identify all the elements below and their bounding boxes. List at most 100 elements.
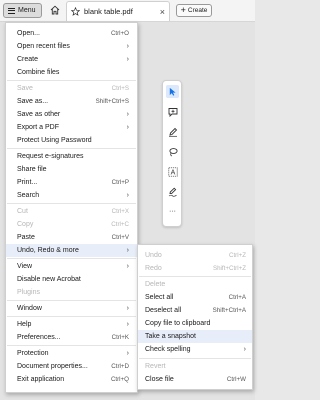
menu-divider [7,258,136,259]
submenu-item-shortcut: Shift+Ctrl+A [212,307,246,314]
close-tab-icon[interactable]: × [160,7,165,17]
menu-item-shortcut: Ctrl+D [111,363,129,370]
menu-divider [139,358,251,359]
menu-item-label: Save as other [17,111,61,118]
menu-item-help[interactable]: Help › [6,318,137,331]
menu-item-shortcut: Ctrl+S [111,85,129,92]
menu-item-shortcut: Ctrl+Q [110,376,129,383]
submenu-item-take-a-snapshot[interactable]: Take a snapshot [138,330,252,343]
menu-item-label: Help [17,321,32,328]
menu-item-search[interactable]: Search › [6,189,137,202]
chevron-right-icon: › [126,263,129,270]
chevron-right-icon: › [126,350,129,357]
submenu-item-select-all[interactable]: Select all Ctrl+A [138,291,252,304]
menu-item-label: Exit application [17,376,65,383]
plus-icon: + [180,5,186,15]
menu-item-label: Save [17,85,33,92]
menu-item-paste[interactable]: Paste Ctrl+V [6,231,137,244]
menu-divider [7,80,136,81]
submenu-item-label: Copy file to clipboard [145,320,211,327]
menu-item-create[interactable]: Create › [6,53,137,66]
submenu-item-label: Select all [145,294,174,301]
menu-item-document-properties[interactable]: Document properties... Ctrl+D [6,360,137,373]
menu-item-protect-using-password[interactable]: Protect Using Password [6,134,137,147]
menu-item-label: Copy [17,221,34,228]
menu-item-combine-files[interactable]: Combine files [6,66,137,79]
menu-divider [7,300,136,301]
submenu-item-label: Close file [145,376,174,383]
submenu-item-shortcut: Ctrl+W [226,376,246,383]
menu-item-label: Search [17,192,40,199]
menu-divider [7,316,136,317]
chevron-right-icon: › [126,247,129,254]
quick-tools-strip: A ··· [162,80,182,227]
more-tools-icon[interactable]: ··· [166,205,179,218]
menu-item-preferences[interactable]: Preferences... Ctrl+K [6,331,137,344]
menu-item-label: Create [17,56,39,63]
fill-sign-icon[interactable] [166,185,179,198]
hamburger-icon [8,7,15,14]
draw-pen-icon[interactable] [166,125,179,138]
lasso-icon[interactable] [166,145,179,158]
submenu-item-label: Check spelling [145,346,191,353]
submenu-item-shortcut: Ctrl+A [228,294,246,301]
menu-item-copy: Copy Ctrl+C [6,218,137,231]
menu-item-export-a-pdf[interactable]: Export a PDF › [6,121,137,134]
menu-divider [7,345,136,346]
chevron-right-icon: › [126,124,129,131]
submenu-item-check-spelling[interactable]: Check spelling › [138,343,252,356]
submenu-item-label: Redo [145,265,162,272]
menu-item-save-as[interactable]: Save as... Shift+Ctrl+S [6,95,137,108]
menu-item-label: Cut [17,208,28,215]
menu-button-label: Menu [18,7,36,14]
menu-item-print[interactable]: Print... Ctrl+P [6,176,137,189]
add-text-icon[interactable]: A [166,165,179,178]
submenu-item-label: Take a snapshot [145,333,196,340]
menu-divider [139,276,251,277]
menu-button[interactable]: Menu [3,3,42,18]
chevron-right-icon: › [126,321,129,328]
menu-item-protection[interactable]: Protection › [6,347,137,360]
submenu-item-revert: Revert [138,360,252,373]
submenu-item-deselect-all[interactable]: Deselect all Shift+Ctrl+A [138,304,252,317]
create-button[interactable]: + Create [176,4,212,17]
menu-item-share-file[interactable]: Share file [6,163,137,176]
submenu-item-copy-file-to-clipboard[interactable]: Copy file to clipboard [138,317,252,330]
menu-item-label: Plugins [17,289,40,296]
menu-item-undo-redo-more[interactable]: Undo, Redo & more › [6,244,137,257]
menu-item-open-recent-files[interactable]: Open recent files › [6,40,137,53]
select-cursor-icon[interactable] [166,85,179,98]
submenu-item-close-file[interactable]: Close file Ctrl+W [138,373,252,386]
document-tab[interactable]: blank table.pdf × [66,1,170,21]
menu-item-request-e-signatures[interactable]: Request e-signatures [6,150,137,163]
menu-item-save: Save Ctrl+S [6,82,137,95]
menu-item-label: Combine files [17,69,60,76]
submenu-item-label: Revert [145,363,166,370]
menu-item-shortcut: Ctrl+P [111,179,129,186]
menu-item-window[interactable]: Window › [6,302,137,315]
menu-item-exit-application[interactable]: Exit application Ctrl+Q [6,373,137,386]
submenu-item-label: Undo [145,252,162,259]
home-icon[interactable] [50,5,60,15]
menu-item-view[interactable]: View › [6,260,137,273]
menu-item-shortcut: Ctrl+X [111,208,129,215]
menu-item-open[interactable]: Open... Ctrl+O [6,27,137,40]
menu-item-label: Export a PDF [17,124,60,131]
menu-item-plugins: Plugins [6,286,137,299]
menu-item-disable-new-acrobat[interactable]: Disable new Acrobat [6,273,137,286]
submenu-item-label: Delete [145,281,166,288]
star-icon[interactable] [71,7,80,16]
main-menu: Open... Ctrl+O Open recent files › Create › Co… [5,22,138,393]
tab-title: blank table.pdf [84,7,133,16]
chevron-right-icon: › [126,192,129,199]
menu-item-label: Preferences... [17,334,61,341]
menu-item-label: Save as... [17,98,49,105]
add-comment-icon[interactable] [166,105,179,118]
menu-item-shortcut: Ctrl+O [110,30,129,37]
menu-item-label: Undo, Redo & more [17,247,79,254]
menu-item-shortcut: Ctrl+K [111,334,129,341]
top-toolbar: Menu blank table.pdf × + Create [0,0,255,22]
chevron-right-icon: › [126,111,129,118]
menu-item-save-as-other[interactable]: Save as other › [6,108,137,121]
menu-item-shortcut: Shift+Ctrl+S [95,98,129,105]
